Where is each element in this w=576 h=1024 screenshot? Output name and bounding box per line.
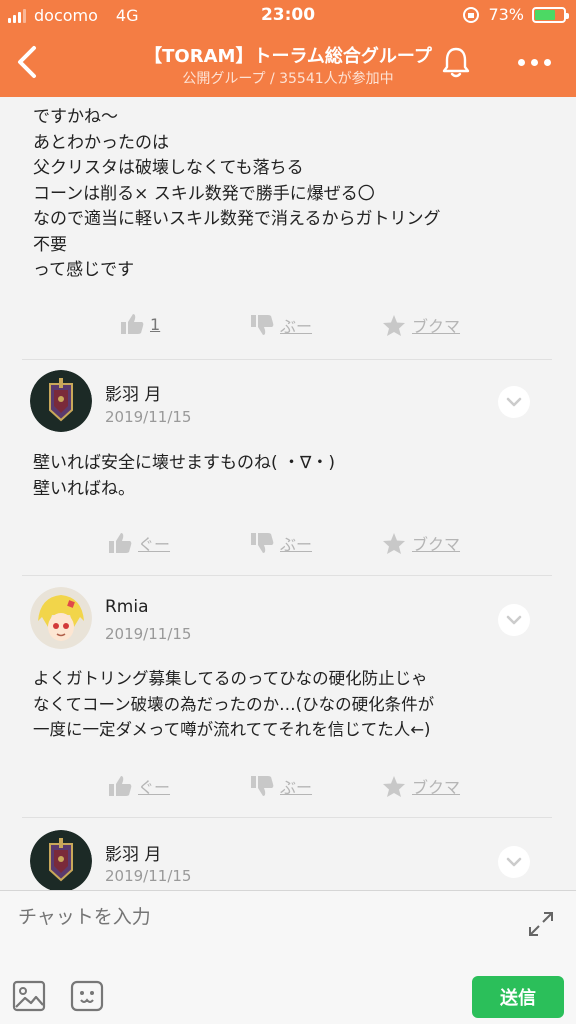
dislike-label: ぶー bbox=[280, 317, 313, 336]
expand-icon bbox=[529, 912, 553, 936]
post-date: 2019/11/15 bbox=[105, 625, 192, 643]
message-menu-button[interactable] bbox=[498, 846, 530, 878]
chevron-down-icon bbox=[506, 615, 522, 625]
expand-input-button[interactable] bbox=[528, 911, 554, 937]
avatar[interactable] bbox=[30, 370, 92, 432]
like-label: ぐー bbox=[138, 778, 171, 797]
post-date: 2019/11/15 bbox=[105, 867, 192, 885]
anime-character-avatar bbox=[30, 587, 92, 649]
thumbs-down-icon bbox=[251, 776, 274, 796]
like-count: 1 bbox=[150, 314, 161, 334]
star-icon bbox=[383, 775, 405, 797]
image-attach-button[interactable] bbox=[12, 979, 46, 1013]
more-options-button[interactable] bbox=[512, 52, 556, 72]
notification-button[interactable] bbox=[438, 44, 474, 80]
like-button[interactable]: 1 bbox=[120, 313, 160, 335]
dislike-button[interactable]: ぶー bbox=[250, 313, 312, 337]
reaction-row: ぐー ぶー ブクマ bbox=[0, 774, 576, 804]
bookmark-button[interactable]: ブクマ bbox=[382, 313, 460, 337]
star-icon bbox=[383, 314, 405, 336]
message-menu-button[interactable] bbox=[498, 386, 530, 418]
dislike-button[interactable]: ぶー bbox=[250, 531, 312, 555]
group-subtitle: 公開グループ / 35541人が参加中 bbox=[182, 71, 394, 87]
bookmark-label: ブクマ bbox=[412, 778, 461, 797]
star-icon bbox=[383, 532, 405, 554]
like-button[interactable]: ぐー bbox=[108, 531, 170, 555]
battery-percent: 73% bbox=[488, 5, 524, 24]
dislike-label: ぶー bbox=[280, 778, 313, 797]
thumbs-down-icon bbox=[251, 315, 274, 335]
orientation-lock-icon bbox=[463, 6, 480, 23]
chevron-down-icon bbox=[506, 397, 522, 407]
guild-emblem-avatar bbox=[30, 830, 92, 890]
emoji-face-icon bbox=[70, 980, 104, 1012]
message-menu-button[interactable] bbox=[498, 604, 530, 636]
divider bbox=[22, 359, 552, 360]
status-right: 73% bbox=[462, 5, 569, 24]
chevron-down-icon bbox=[506, 857, 522, 867]
dislike-button[interactable]: ぶー bbox=[250, 774, 312, 798]
thumbs-up-icon bbox=[121, 314, 144, 334]
username[interactable]: 影羽 月 bbox=[105, 380, 161, 405]
username[interactable]: 影羽 月 bbox=[105, 840, 161, 865]
message-text: よくガトリング募集してるのってひなの硬化防止じゃ なくてコーン破壊の為だったのか… bbox=[33, 669, 435, 739]
bookmark-label: ブクマ bbox=[412, 535, 461, 554]
bookmark-label: ブクマ bbox=[412, 317, 461, 336]
battery-level bbox=[535, 9, 556, 20]
message-feed[interactable]: ですかね〜 あとわかったのは 父クリスタは破壊しなくても落ちる コーンは削る× … bbox=[0, 97, 576, 890]
reaction-row: 1 ぶー ブクマ bbox=[0, 313, 576, 343]
bell-icon bbox=[442, 47, 470, 78]
message-text: ですかね〜 あとわかったのは 父クリスタは破壊しなくても落ちる コーンは削る× … bbox=[33, 107, 441, 280]
group-title: 【TORAM】トーラム総合グループ bbox=[144, 46, 432, 67]
chat-header: 【TORAM】トーラム総合グループ 公開グループ / 35541人が参加中 bbox=[0, 30, 576, 97]
thumbs-up-icon bbox=[109, 776, 132, 796]
more-dots-icon bbox=[517, 58, 525, 66]
thumbs-down-icon bbox=[251, 533, 274, 553]
dislike-label: ぶー bbox=[280, 535, 313, 554]
chat-input[interactable] bbox=[18, 903, 498, 933]
send-button[interactable]: 送信 bbox=[472, 976, 564, 1018]
username[interactable]: Rmia bbox=[105, 597, 149, 617]
like-button[interactable]: ぐー bbox=[108, 774, 170, 798]
divider bbox=[22, 817, 552, 818]
status-bar: docomo 4G 23:00 73% bbox=[0, 0, 576, 30]
chat-input-bar: 送信 bbox=[0, 890, 576, 1024]
thumbs-up-icon bbox=[109, 533, 132, 553]
reaction-row: ぐー ぶー ブクマ bbox=[0, 531, 576, 561]
battery-icon bbox=[532, 6, 569, 23]
avatar[interactable] bbox=[30, 587, 92, 649]
avatar[interactable] bbox=[30, 830, 92, 890]
bookmark-button[interactable]: ブクマ bbox=[382, 531, 460, 555]
message-text: 壁いれば安全に壊せますものね( ・∇・) 壁いればね。 bbox=[33, 453, 336, 499]
sticker-button[interactable] bbox=[70, 979, 104, 1013]
post-date: 2019/11/15 bbox=[105, 408, 192, 426]
image-icon bbox=[12, 980, 46, 1012]
bookmark-button[interactable]: ブクマ bbox=[382, 774, 460, 798]
divider bbox=[22, 575, 552, 576]
like-label: ぐー bbox=[138, 535, 171, 554]
guild-emblem-avatar bbox=[30, 370, 92, 432]
